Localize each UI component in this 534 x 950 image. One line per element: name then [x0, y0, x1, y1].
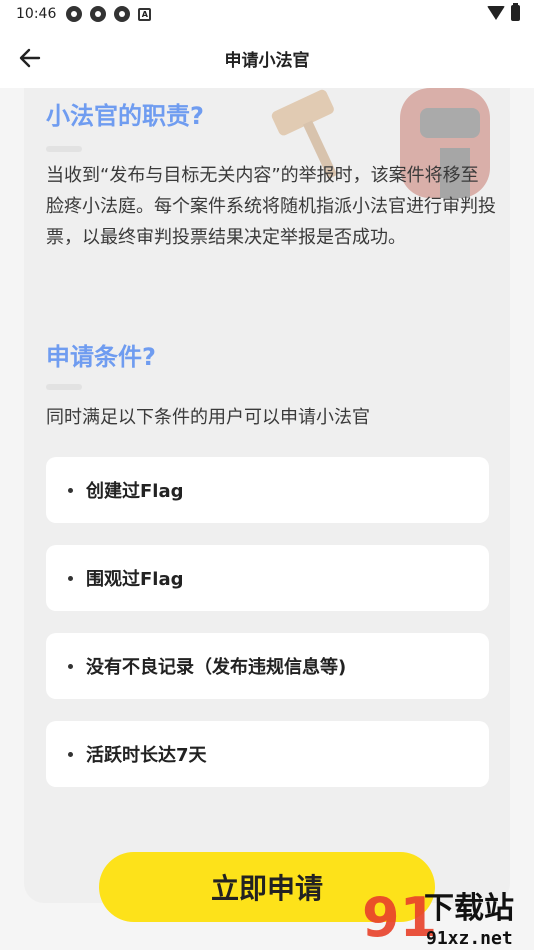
condition-item: 没有不良记录（发布违规信息等) — [46, 633, 489, 699]
requirements-divider — [46, 384, 82, 390]
bullet-icon — [68, 575, 73, 581]
arrow-left-icon — [19, 48, 41, 68]
site-watermark: 91 下载站 91xz.net — [362, 884, 530, 950]
requirements-title: 申请条件? — [46, 343, 156, 371]
duties-text: 当收到“发布与目标无关内容”的举报时，该案件将移至脸疼小法庭。每个案件系统将随机… — [46, 165, 496, 248]
wifi-icon — [487, 6, 505, 20]
bullet-icon — [68, 663, 73, 669]
condition-item: 创建过Flag — [46, 457, 489, 523]
watermark-url-text: 91xz.net — [426, 928, 513, 949]
bullet-icon — [68, 487, 73, 493]
app-notification-icon — [114, 6, 131, 22]
condition-label: 活跃时长达7天 — [86, 745, 207, 766]
condition-item: 围观过Flag — [46, 545, 489, 611]
status-bar: 10:46 A — [0, 0, 534, 28]
back-button[interactable] — [14, 44, 46, 72]
duties-divider — [46, 146, 82, 152]
app-bar: 申请小法官 — [0, 28, 534, 88]
condition-label: 没有不良记录（发布违规信息等) — [86, 657, 347, 678]
watermark-brand-text: 下载站 — [424, 891, 514, 926]
app-notification-icon — [66, 6, 83, 22]
duties-title: 小法官的职责? — [46, 102, 204, 130]
page-title: 申请小法官 — [224, 50, 310, 71]
condition-label: 创建过Flag — [86, 481, 184, 502]
condition-label: 围观过Flag — [86, 569, 184, 590]
requirements-intro: 同时满足以下条件的用户可以申请小法官 — [46, 407, 370, 428]
notification-icons: A — [66, 6, 152, 22]
condition-item: 活跃时长达7天 — [46, 721, 489, 787]
a-badge-icon: A — [138, 7, 152, 21]
status-time: 10:46 — [16, 6, 57, 22]
bullet-icon — [68, 751, 73, 757]
battery-icon — [511, 3, 520, 21]
system-icons — [487, 3, 520, 21]
app-notification-icon — [90, 6, 107, 22]
